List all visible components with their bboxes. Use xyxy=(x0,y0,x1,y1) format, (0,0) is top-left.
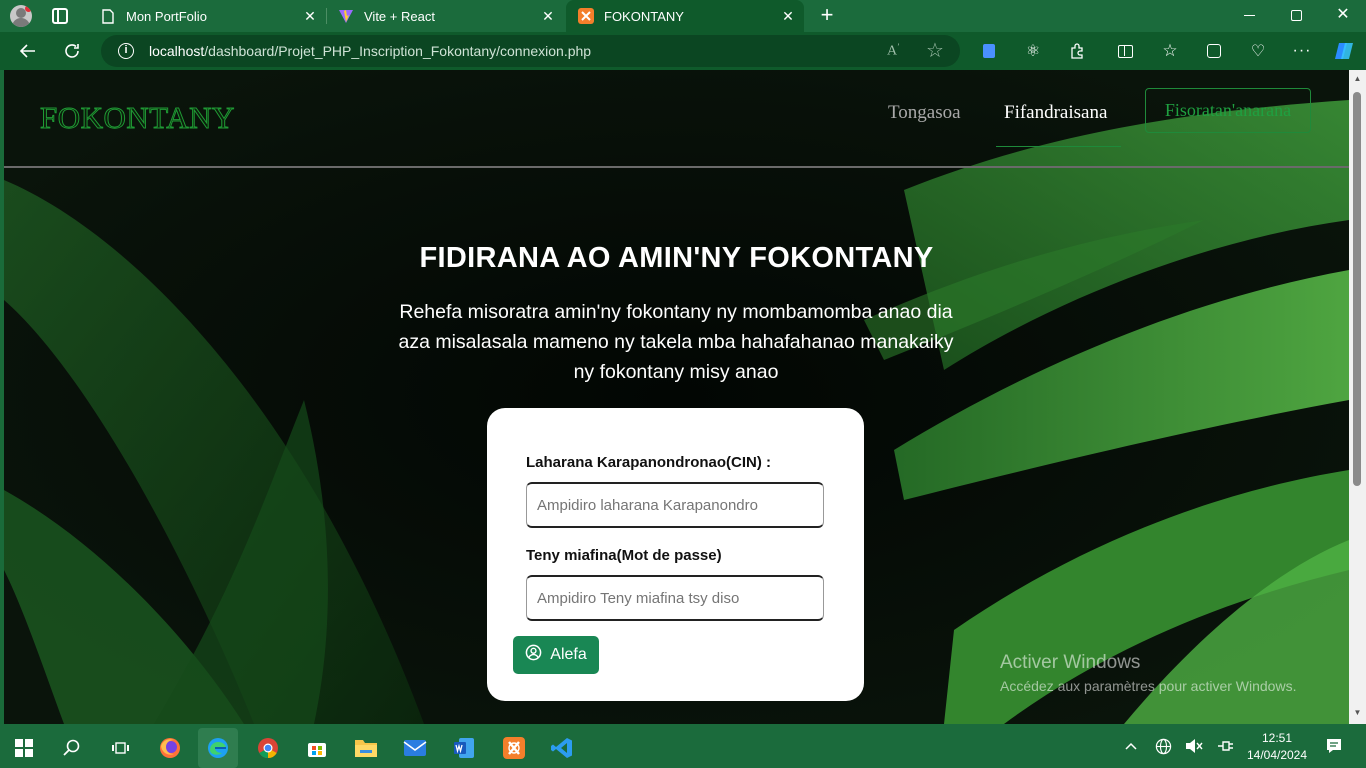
user-circle-icon xyxy=(525,644,542,666)
favorite-star-icon[interactable]: ☆ xyxy=(926,38,944,63)
xampp-icon xyxy=(578,8,594,24)
tab-title: FOKONTANY xyxy=(604,8,684,24)
clock-date: 14/04/2024 xyxy=(1246,748,1308,762)
volume-muted-icon[interactable] xyxy=(1184,736,1204,756)
new-tab-button[interactable]: + xyxy=(816,4,838,26)
word-icon[interactable] xyxy=(444,728,484,768)
register-button[interactable]: Fisoratan'anarana xyxy=(1145,88,1311,133)
close-window-button[interactable]: ✕ xyxy=(1335,6,1351,24)
cin-input[interactable] xyxy=(526,482,824,528)
page-icon xyxy=(100,8,116,24)
edge-icon[interactable] xyxy=(198,728,238,768)
mail-icon[interactable] xyxy=(395,728,435,768)
info-icon[interactable]: i xyxy=(118,43,134,59)
collections-ext-icon[interactable] xyxy=(975,37,1003,65)
submit-label: Alefa xyxy=(550,646,587,663)
nav-link-tongasoa[interactable]: Tongasoa xyxy=(888,102,961,124)
refresh-button[interactable] xyxy=(58,37,86,65)
cin-label: Laharana Karapanondronao(CIN) : xyxy=(526,454,772,471)
chrome-icon[interactable] xyxy=(248,728,288,768)
tab-vite-react[interactable]: Vite + React ✕ xyxy=(326,0,564,32)
tab-fokontany[interactable]: FOKONTANY ✕ xyxy=(566,0,804,32)
task-view-icon[interactable] xyxy=(100,728,140,768)
vscode-icon[interactable] xyxy=(542,728,582,768)
close-icon[interactable]: ✕ xyxy=(780,8,796,24)
notification-icon[interactable] xyxy=(1324,736,1344,756)
page-subtitle: Rehefa misoratra amin'ny fokontany ny mo… xyxy=(398,301,954,383)
minimize-button[interactable] xyxy=(1244,15,1255,16)
search-icon[interactable] xyxy=(52,728,92,768)
collections-icon[interactable] xyxy=(1200,37,1228,65)
login-card: Laharana Karapanondronao(CIN) : Teny mia… xyxy=(487,408,864,701)
close-icon[interactable]: ✕ xyxy=(302,8,318,24)
chevron-up-icon[interactable] xyxy=(1121,736,1141,756)
url-text: localhost/dashboard/Projet_PHP_Inscripti… xyxy=(149,43,592,59)
split-screen-icon[interactable] xyxy=(1111,37,1139,65)
site-navbar: FOKONTANY Tongasoa Fifandraisana Fisorat… xyxy=(4,70,1349,168)
submit-button[interactable]: Alefa xyxy=(513,636,599,674)
browser-tab-bar: Mon PortFolio ✕ Vite + React ✕ FOKONTANY… xyxy=(0,0,1366,32)
power-plug-icon[interactable] xyxy=(1216,736,1236,756)
windows-taskbar: 12:51 14/04/2024 xyxy=(0,724,1366,768)
active-nav-underline xyxy=(996,146,1121,147)
file-explorer-icon[interactable] xyxy=(346,728,386,768)
extensions-icon[interactable] xyxy=(1063,37,1091,65)
page-title: FIDIRANA AO AMIN'NY FOKONTANY xyxy=(419,242,934,274)
windows-activation-watermark: Activer Windows Accédez aux paramètres p… xyxy=(1000,652,1296,694)
tab-title: Mon PortFolio xyxy=(126,8,207,24)
tab-title: Vite + React xyxy=(364,8,435,24)
firefox-icon[interactable] xyxy=(150,728,190,768)
vite-icon xyxy=(338,8,354,24)
taskbar-clock[interactable]: 12:51 14/04/2024 xyxy=(1246,730,1308,764)
tab-actions-icon[interactable] xyxy=(52,8,68,24)
more-options-icon[interactable]: ··· xyxy=(1288,37,1316,65)
scroll-up-arrow-icon[interactable]: ▲ xyxy=(1353,74,1362,83)
restore-button[interactable] xyxy=(1291,10,1302,21)
page-viewport: FOKONTANY Tongasoa Fifandraisana Fisorat… xyxy=(4,70,1349,724)
scroll-thumb[interactable] xyxy=(1353,92,1361,486)
url-bar[interactable]: i localhost/dashboard/Projet_PHP_Inscrip… xyxy=(101,35,960,67)
page-scrollbar[interactable]: ▲ ▼ xyxy=(1349,70,1366,724)
browser-address-bar: i localhost/dashboard/Projet_PHP_Inscrip… xyxy=(0,32,1366,70)
windows-start-icon[interactable] xyxy=(4,728,44,768)
password-input[interactable] xyxy=(526,575,824,621)
read-aloud-icon[interactable]: Aʼ xyxy=(887,42,900,60)
close-icon[interactable]: ✕ xyxy=(540,8,556,24)
brand-logo[interactable]: FOKONTANY xyxy=(40,100,235,136)
xampp-taskbar-icon[interactable] xyxy=(494,728,534,768)
profile-avatar[interactable] xyxy=(10,5,32,27)
clock-time: 12:51 xyxy=(1261,731,1293,745)
tab-mon-portfolio[interactable]: Mon PortFolio ✕ xyxy=(88,0,326,32)
nav-link-fifandraisana[interactable]: Fifandraisana xyxy=(1004,102,1107,124)
favorites-icon[interactable]: ☆ xyxy=(1156,37,1184,65)
scroll-down-arrow-icon[interactable]: ▼ xyxy=(1353,708,1362,717)
microsoft-store-icon[interactable] xyxy=(297,728,337,768)
language-globe-icon[interactable] xyxy=(1153,736,1173,756)
back-button[interactable] xyxy=(14,37,42,65)
watermark-subtitle: Accédez aux paramètres pour activer Wind… xyxy=(1000,678,1297,694)
browser-essentials-icon[interactable]: ♡ xyxy=(1244,37,1272,65)
copilot-icon[interactable] xyxy=(1330,37,1358,65)
react-devtools-icon[interactable]: ⚛ xyxy=(1019,37,1047,65)
watermark-title: Activer Windows xyxy=(1000,652,1141,673)
password-label: Teny miafina(Mot de passe) xyxy=(526,547,722,564)
